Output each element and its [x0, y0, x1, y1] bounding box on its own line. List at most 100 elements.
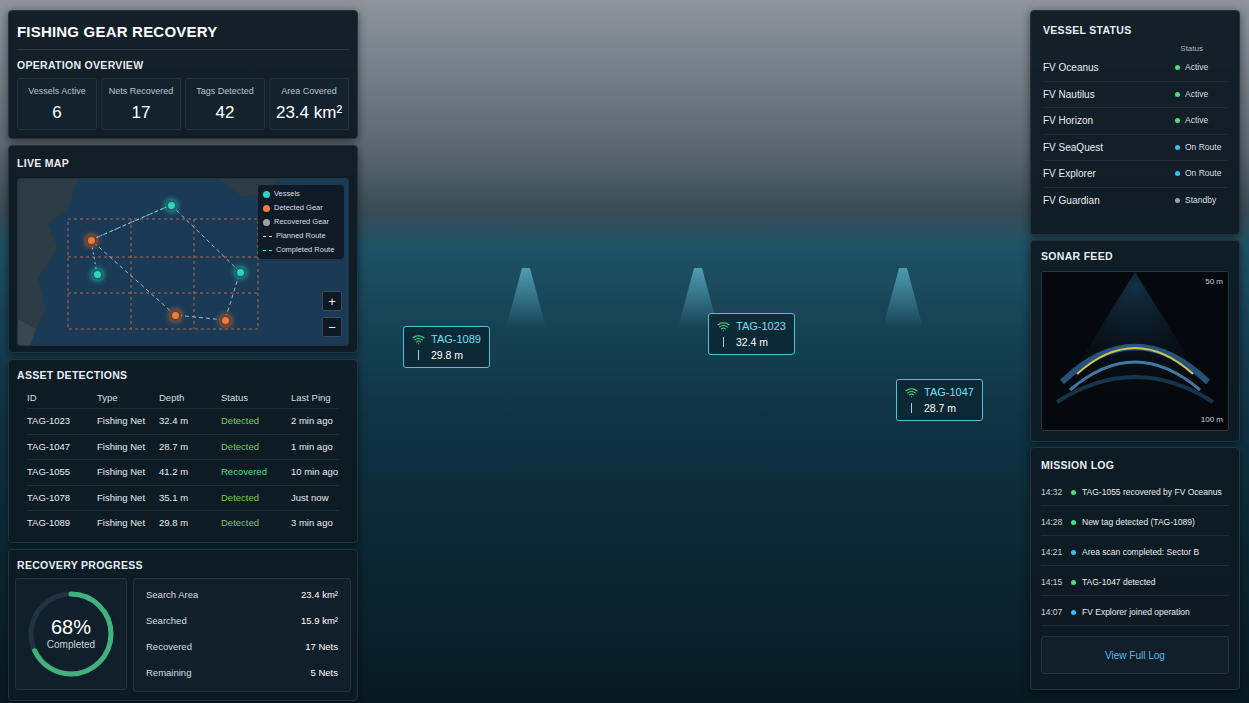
vessel-row[interactable]: FV GuardianStandby — [1043, 188, 1227, 215]
legend-line-icon — [263, 250, 272, 251]
signal-icon — [412, 333, 425, 346]
log-entry: 14:07FV Explorer joined operation — [1041, 600, 1229, 626]
vessel-pin-icon[interactable] — [92, 269, 103, 280]
assets-table: IDTypeDepthStatusLast Ping TAG-1023Fishin… — [17, 388, 349, 536]
overview-panel: FISHING GEAR RECOVERY OPERATION OVERVIEW V… — [8, 10, 358, 139]
column-header: Status — [221, 391, 291, 405]
progress-donut: 68%Completed — [15, 578, 127, 690]
vessel-pin-icon[interactable] — [235, 267, 246, 278]
status-text: Detected — [221, 440, 291, 454]
progress-percent: 68% — [51, 616, 91, 638]
app-title: FISHING GEAR RECOVERY — [17, 23, 349, 41]
progress-stat-row: Searched15.9 km² — [146, 609, 338, 635]
zoom-button[interactable]: − — [322, 317, 342, 337]
progress-stat-row: Remaining5 Nets — [146, 661, 338, 687]
status-column-header: Status — [1043, 43, 1227, 55]
stat-card: Tags Detected42 — [185, 78, 265, 130]
vessel-row[interactable]: FV OceanusActive — [1043, 55, 1227, 82]
legend-line-icon — [263, 236, 272, 237]
view-log-button[interactable]: View Full Log — [1041, 636, 1229, 674]
status-text: Detected — [221, 414, 291, 428]
map-legend: VesselsDetected GearRecovered GearPlanne… — [258, 185, 344, 259]
legend-dot-icon — [263, 205, 270, 212]
live-map[interactable]: VesselsDetected GearRecovered GearPlanne… — [17, 178, 349, 346]
stat-cards: Vessels Active6Nets Recovered17Tags Dete… — [17, 78, 349, 130]
column-header: ID — [27, 391, 97, 405]
log-panel: MISSION LOG 14:32TAG-1055 recovered by FV… — [1030, 447, 1240, 690]
vessel-row[interactable]: FV ExplorerOn Route — [1043, 161, 1227, 188]
tag-depth: 32.4 m — [736, 335, 768, 349]
sonar-title: SONAR FEED — [1041, 249, 1229, 263]
gear-pin-icon[interactable] — [220, 315, 231, 326]
vessel-row[interactable]: FV SeaQuestOn Route — [1043, 135, 1227, 162]
log-list: 14:32TAG-1055 recovered by FV Oceanus 14:… — [1041, 480, 1229, 626]
table-row[interactable]: TAG-1047Fishing Net28.7 mDetected1 min a… — [27, 434, 339, 460]
sonar-beam — [883, 268, 923, 328]
signal-icon — [905, 386, 918, 399]
zoom-controls: +− — [322, 291, 342, 337]
sonar-view: 50 m 100 m — [1041, 271, 1229, 431]
stat-card: Area Covered23.4 km² — [269, 78, 349, 130]
column-header: Depth — [159, 391, 221, 405]
status-dot-icon — [1175, 171, 1180, 176]
log-entry: 14:15TAG-1047 detected — [1041, 570, 1229, 596]
tag-callout[interactable]: TAG-1089 29.8 m — [403, 326, 490, 368]
gear-pin-icon[interactable] — [170, 310, 181, 321]
tag-callout[interactable]: TAG-1023 32.4 m — [708, 313, 795, 355]
log-dot-icon — [1071, 550, 1076, 555]
sonar-panel: SONAR FEED 50 m 100 m — [1030, 240, 1240, 442]
legend-item: Vessels — [263, 189, 339, 199]
vessel-row[interactable]: FV NautilusActive — [1043, 82, 1227, 109]
left-column: FISHING GEAR RECOVERY OPERATION OVERVIEW V… — [8, 10, 358, 703]
table-row[interactable]: TAG-1078Fishing Net35.1 mDetectedJust no… — [27, 485, 339, 511]
overview-title: OPERATION OVERVIEW — [17, 58, 349, 72]
log-dot-icon — [1071, 520, 1076, 525]
column-header: Type — [97, 391, 159, 405]
status-dot-icon — [1175, 198, 1180, 203]
tag-id: TAG-1047 — [924, 385, 974, 399]
zoom-button[interactable]: + — [322, 291, 342, 311]
progress-label: Completed — [47, 638, 95, 651]
sonar-beam — [506, 268, 546, 328]
progress-stat-row: Recovered17 Nets — [146, 635, 338, 661]
gear-pin-icon[interactable] — [86, 235, 97, 246]
column-header: Last Ping — [291, 391, 339, 405]
status-text: Recovered — [221, 465, 291, 479]
status-text: Detected — [221, 491, 291, 505]
scene-view: TAG-1089 29.8 m TAG-1023 32.4 m TAG-104728.7… — [358, 0, 1030, 703]
sonar-echo-icon — [1042, 272, 1228, 431]
log-entry: 14:21Area scan completed: Sector B — [1041, 540, 1229, 566]
dashboard: FISHING GEAR RECOVERY OPERATION OVERVIEW V… — [0, 0, 1249, 703]
tag-depth: 29.8 m — [431, 348, 463, 362]
log-entry: 14:32TAG-1055 recovered by FV Oceanus — [1041, 480, 1229, 506]
legend-dot-icon — [263, 219, 270, 226]
map-panel: LIVE MAPVesselsDetected GearRecovered Ge… — [8, 145, 358, 353]
status-dot-icon — [1175, 65, 1180, 70]
signal-icon — [717, 320, 730, 333]
vessel-pin-icon[interactable] — [166, 200, 177, 211]
log-entry: 14:28New tag detected (TAG-1089) — [1041, 510, 1229, 536]
vessel-title: VESSEL STATUS — [1043, 23, 1227, 37]
progress-stat-row: Search Area23.4 km² — [146, 583, 338, 609]
tag-id: TAG-1089 — [431, 332, 481, 346]
legend-item: Detected Gear — [263, 203, 339, 213]
vessel-row[interactable]: FV HorizonActive — [1043, 108, 1227, 135]
table-row[interactable]: TAG-1055Fishing Net41.2 mRecovered10 min… — [27, 459, 339, 485]
tag-id: TAG-1023 — [736, 319, 786, 333]
log-title: MISSION LOG — [1041, 458, 1229, 472]
assets-panel: ASSET DETECTIONS IDTypeDepthStatusLast Pi… — [8, 359, 358, 543]
table-row[interactable]: TAG-1089Fishing Net29.8 mDetected3 min a… — [27, 510, 339, 536]
status-text: Detected — [221, 516, 291, 530]
vessel-panel: VESSEL STATUS StatusFV OceanusActiveFV Na… — [1030, 10, 1240, 235]
tag-callout[interactable]: TAG-104728.7 m — [896, 379, 983, 421]
sonar-top-scale: 50 m — [1205, 276, 1223, 288]
sonar-bottom-scale: 100 m — [1201, 414, 1223, 426]
right-column: VESSEL STATUS StatusFV OceanusActiveFV Na… — [1030, 10, 1240, 703]
stat-card: Vessels Active6 — [17, 78, 97, 130]
log-dot-icon — [1071, 580, 1076, 585]
table-row[interactable]: TAG-1023Fishing Net32.4 mDetected2 min a… — [27, 408, 339, 434]
log-dot-icon — [1071, 610, 1076, 615]
assets-title: ASSET DETECTIONS — [17, 368, 349, 382]
legend-item: Planned Route — [263, 231, 339, 241]
legend-dot-icon — [263, 191, 270, 198]
